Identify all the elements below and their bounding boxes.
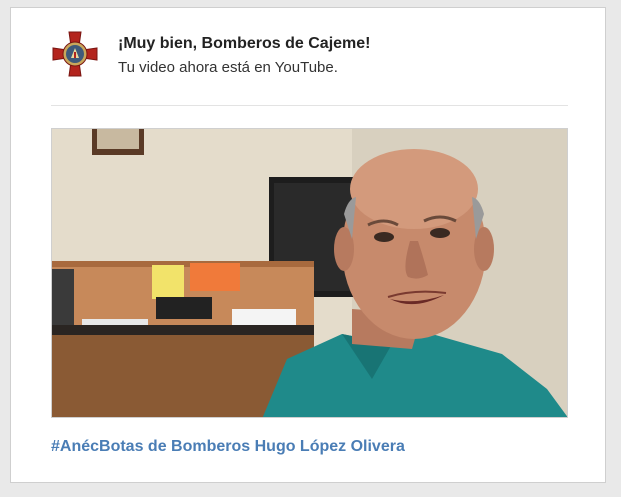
notification-subtitle: Tu video ahora está en YouTube. xyxy=(118,59,338,76)
notification-header: ¡Muy bien, Bomberos de Cajeme! Tu video … xyxy=(51,30,571,82)
video-thumbnail[interactable] xyxy=(51,128,568,418)
notification-card: ¡Muy bien, Bomberos de Cajeme! Tu video … xyxy=(10,7,606,483)
divider xyxy=(51,105,568,106)
notification-title: ¡Muy bien, Bomberos de Cajeme! xyxy=(118,35,371,52)
fire-department-badge-icon xyxy=(51,30,99,78)
video-title-link[interactable]: #AnécBotas de Bomberos Hugo López Oliver… xyxy=(51,438,405,456)
